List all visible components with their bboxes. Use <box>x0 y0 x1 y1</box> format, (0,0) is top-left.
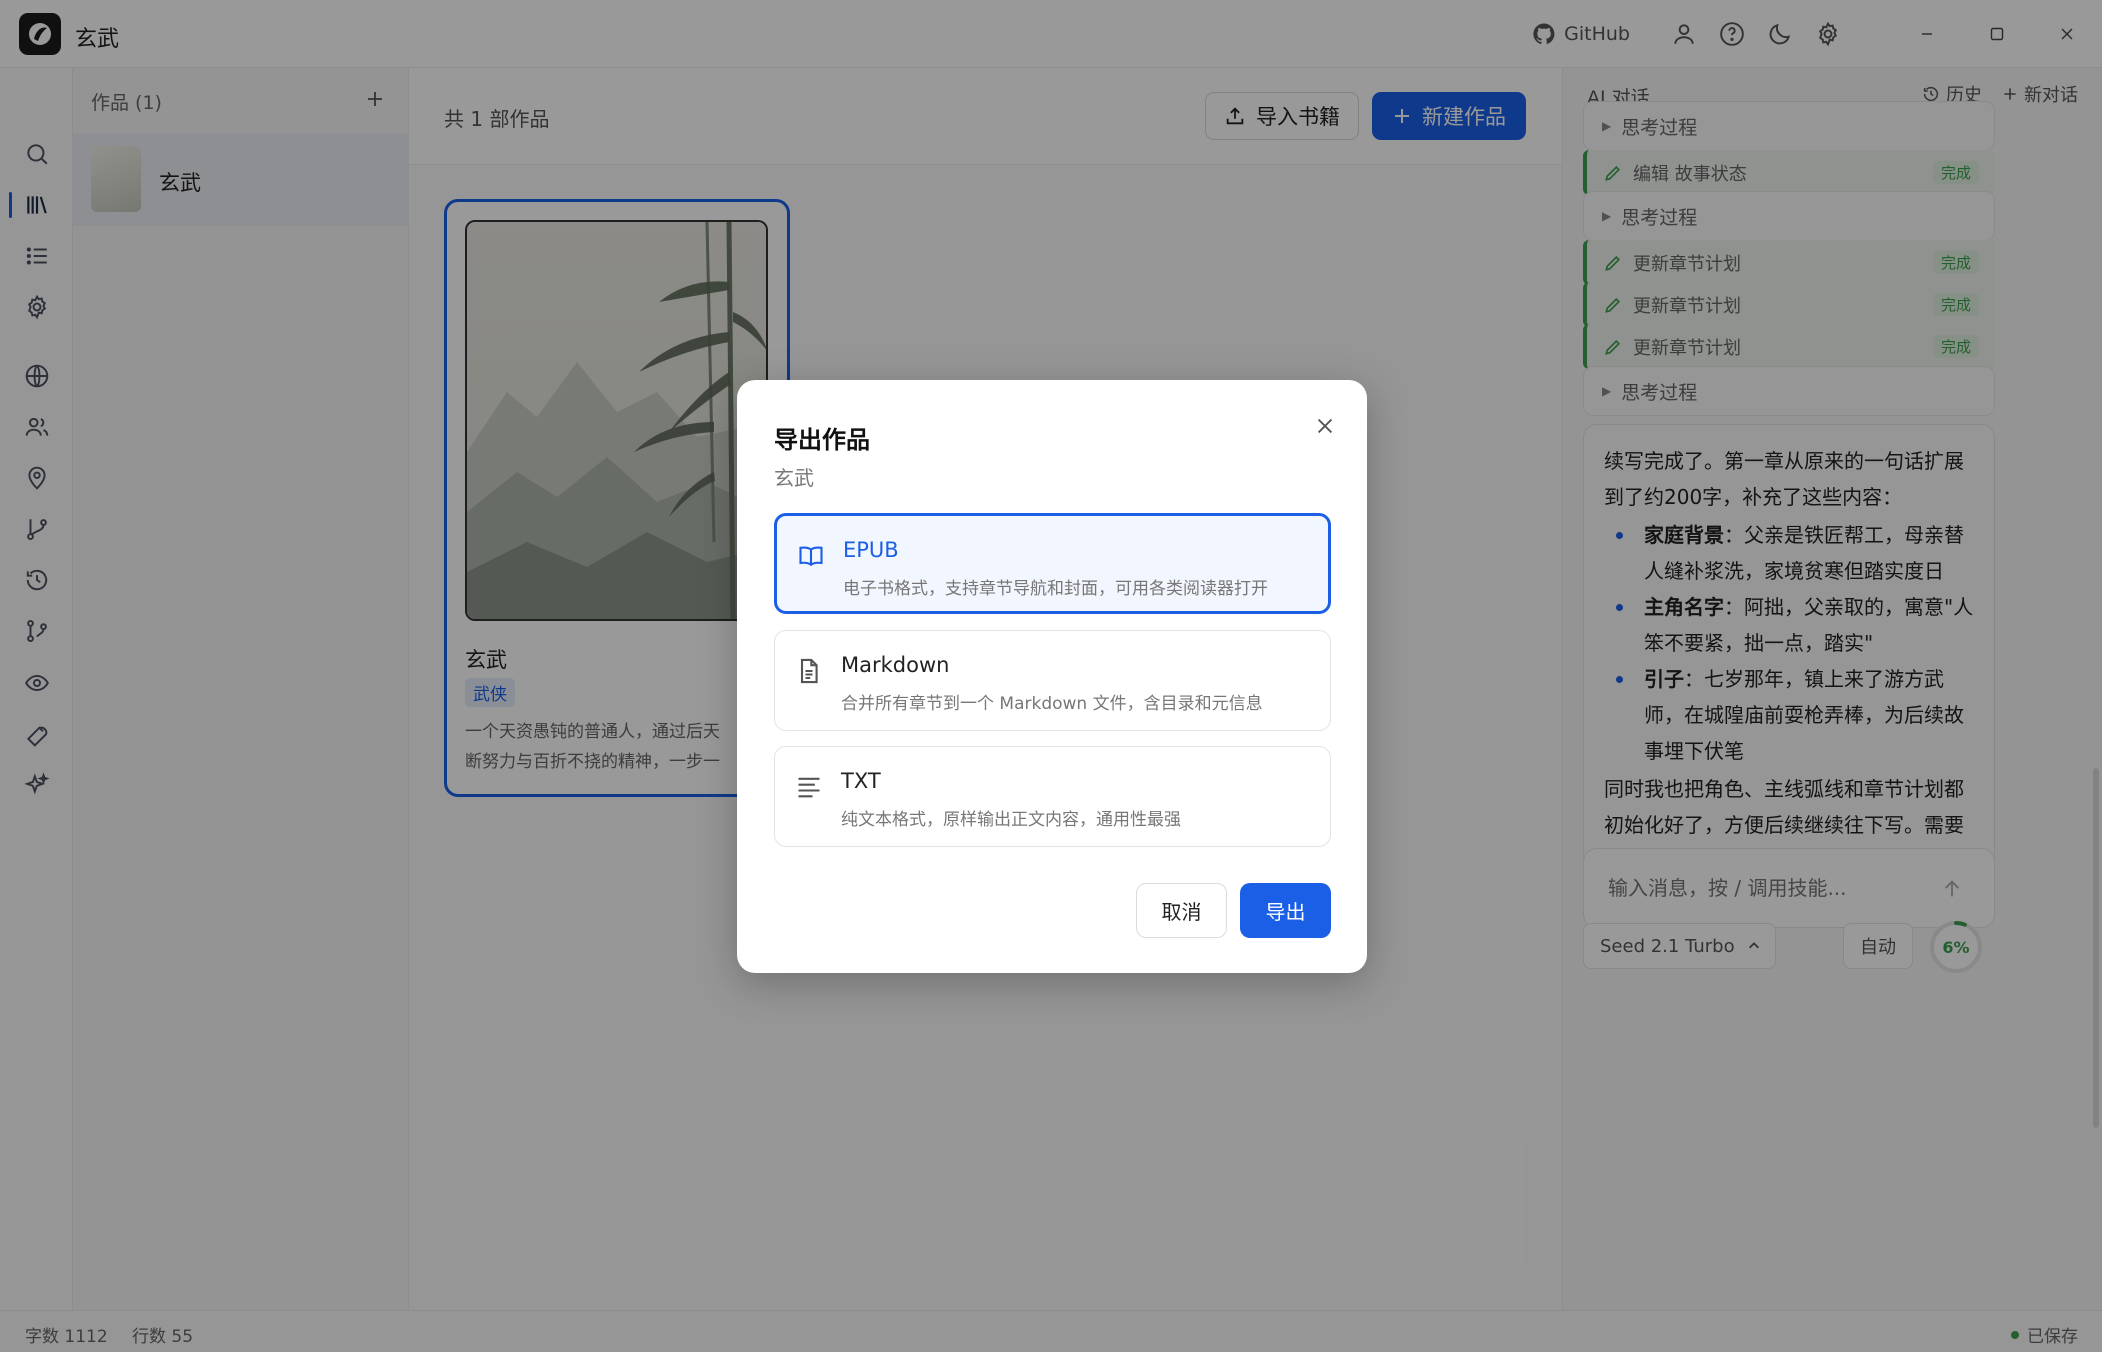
export-option-desc: 电子书格式，支持章节导航和封面，可用各类阅读器打开 <box>843 579 1268 599</box>
export-option-name: EPUB <box>843 538 899 562</box>
export-option-epub[interactable]: EPUB 电子书格式，支持章节导航和封面，可用各类阅读器打开 <box>774 513 1331 614</box>
export-option-name: TXT <box>841 769 881 793</box>
dialog-title: 导出作品 <box>774 426 870 454</box>
export-option-name: Markdown <box>841 653 950 677</box>
export-button[interactable]: 导出 <box>1240 883 1331 938</box>
dialog-subtitle: 玄武 <box>774 466 814 490</box>
cancel-button[interactable]: 取消 <box>1136 883 1227 938</box>
book-open-icon <box>797 542 825 570</box>
export-option-txt[interactable]: TXT 纯文本格式，原样输出正文内容，通用性最强 <box>774 746 1331 847</box>
export-option-desc: 纯文本格式，原样输出正文内容，通用性最强 <box>841 810 1181 830</box>
export-option-desc: 合并所有章节到一个 Markdown 文件，含目录和元信息 <box>841 694 1263 714</box>
export-dialog: 导出作品 玄武 EPUB 电子书格式，支持章节导航和封面，可用各类阅读器打开 M… <box>737 380 1367 973</box>
export-option-markdown[interactable]: Markdown 合并所有章节到一个 Markdown 文件，含目录和元信息 <box>774 630 1331 731</box>
close-icon[interactable] <box>1305 406 1345 446</box>
file-text-icon <box>795 657 823 685</box>
text-lines-icon <box>795 773 823 801</box>
